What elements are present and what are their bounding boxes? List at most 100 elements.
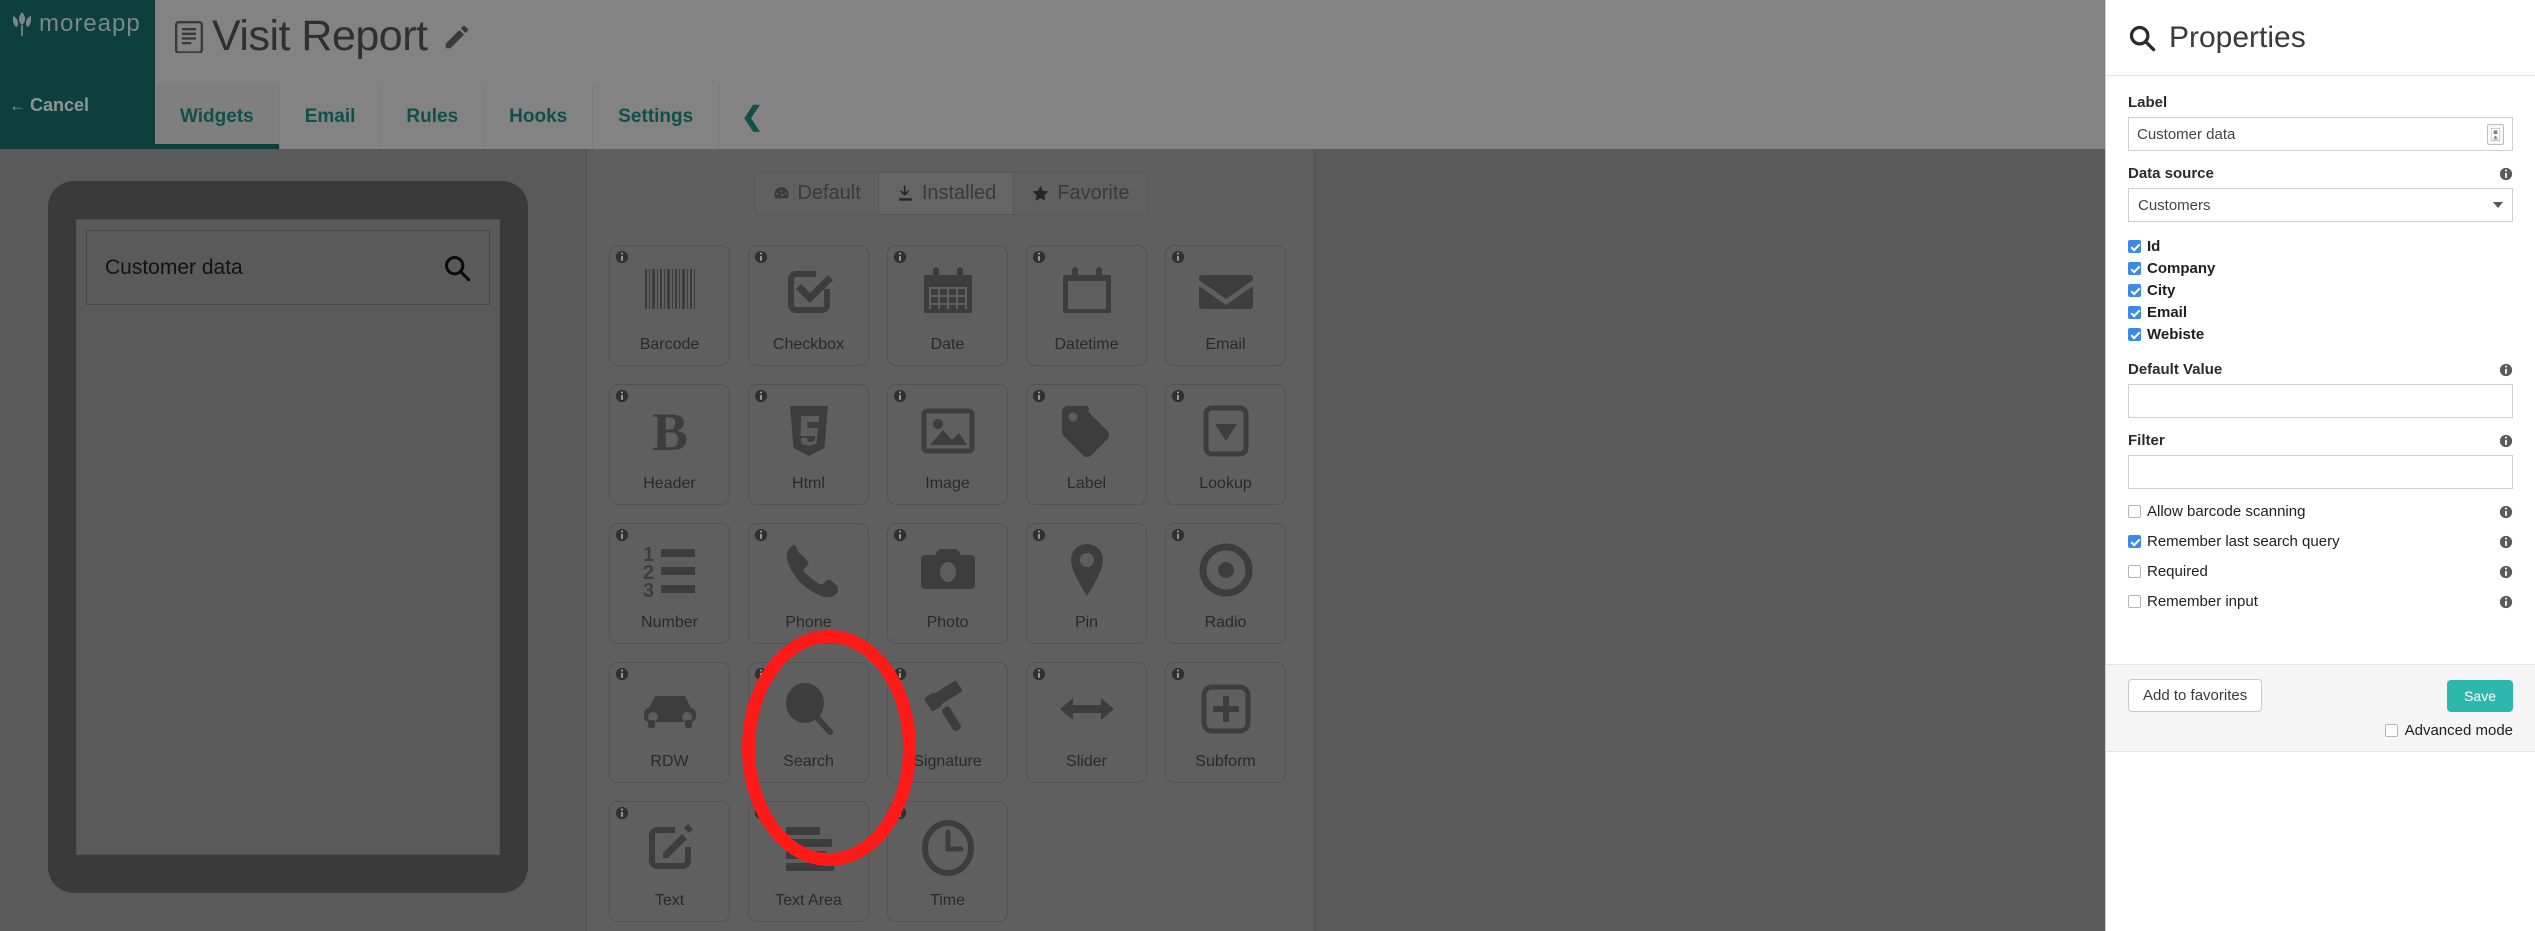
- translate-icon[interactable]: [2487, 123, 2504, 145]
- checkbox-allow-barcode-scanning[interactable]: [2128, 505, 2141, 518]
- widget-card-pin[interactable]: Pin: [1026, 523, 1147, 644]
- info-icon[interactable]: [754, 806, 768, 820]
- info-icon[interactable]: [2499, 565, 2513, 579]
- info-icon[interactable]: [1171, 250, 1185, 264]
- barcode-icon: [641, 263, 699, 321]
- pencil-icon[interactable]: [442, 22, 472, 52]
- info-icon[interactable]: [2499, 167, 2513, 181]
- tab-hooks[interactable]: Hooks: [484, 84, 594, 149]
- filter-installed[interactable]: Installed: [878, 173, 1015, 214]
- tab-settings[interactable]: Settings: [593, 84, 720, 149]
- add-to-favorites-button[interactable]: Add to favorites: [2128, 679, 2263, 712]
- info-icon[interactable]: [2499, 505, 2513, 519]
- info-icon[interactable]: [1032, 389, 1046, 403]
- widget-card-signature[interactable]: Signature: [887, 662, 1008, 783]
- filter-input[interactable]: [2128, 455, 2513, 489]
- option-row-remember-input[interactable]: Remember input: [2128, 593, 2513, 610]
- widget-card-barcode[interactable]: Barcode: [609, 245, 730, 366]
- tab-widgets[interactable]: Widgets: [155, 84, 280, 149]
- radio-button-icon: [1197, 541, 1255, 599]
- checkbox-advanced-mode[interactable]: [2384, 724, 2398, 737]
- info-icon[interactable]: [1032, 528, 1046, 542]
- widget-card-lookup[interactable]: Lookup: [1165, 384, 1286, 505]
- label-input[interactable]: Customer data: [2128, 117, 2513, 151]
- widget-card-phone[interactable]: Phone: [748, 523, 869, 644]
- info-icon[interactable]: [2499, 434, 2513, 448]
- data-field-row-webiste[interactable]: Webiste: [2128, 326, 2513, 343]
- widget-card-header[interactable]: B Header: [609, 384, 730, 505]
- info-icon[interactable]: [615, 667, 629, 681]
- filter-favorite[interactable]: Favorite: [1014, 173, 1147, 214]
- option-row-remember-last-search-query[interactable]: Remember last search query: [2128, 533, 2513, 550]
- info-icon[interactable]: [2499, 363, 2513, 377]
- info-icon[interactable]: [615, 389, 629, 403]
- checkbox-webiste[interactable]: [2128, 328, 2141, 341]
- main-tabs: Widgets Email Rules Hooks Settings ❮: [155, 84, 785, 149]
- info-icon[interactable]: [893, 389, 907, 403]
- widget-card-datetime[interactable]: Datetime: [1026, 245, 1147, 366]
- widget-label: Lookup: [1199, 475, 1252, 492]
- checkbox-remember-input[interactable]: [2128, 595, 2141, 608]
- info-icon[interactable]: [1032, 667, 1046, 681]
- info-icon[interactable]: [615, 250, 629, 264]
- widget-card-checkbox[interactable]: Checkbox: [748, 245, 869, 366]
- info-icon[interactable]: [893, 528, 907, 542]
- tab-rules[interactable]: Rules: [381, 84, 485, 149]
- widget-card-slider[interactable]: Slider: [1026, 662, 1147, 783]
- widget-card-rdw[interactable]: RDW: [609, 662, 730, 783]
- info-icon[interactable]: [754, 250, 768, 264]
- info-icon[interactable]: [754, 528, 768, 542]
- preview-search-widget[interactable]: Customer data: [86, 230, 490, 305]
- checkbox-city[interactable]: [2128, 284, 2141, 297]
- widget-label: Time: [930, 892, 965, 909]
- save-button[interactable]: Save: [2447, 679, 2513, 712]
- checkbox-id[interactable]: [2128, 240, 2141, 253]
- default-value-input[interactable]: [2128, 384, 2513, 418]
- info-icon[interactable]: [2499, 595, 2513, 609]
- info-icon[interactable]: [615, 528, 629, 542]
- widget-card-date[interactable]: Date: [887, 245, 1008, 366]
- data-field-row-city[interactable]: City: [2128, 282, 2513, 299]
- checkbox-email[interactable]: [2128, 306, 2141, 319]
- filter-default[interactable]: Default: [754, 173, 879, 214]
- info-icon[interactable]: [893, 806, 907, 820]
- data-field-row-company[interactable]: Company: [2128, 260, 2513, 277]
- option-row-required[interactable]: Required: [2128, 563, 2513, 580]
- widget-card-email[interactable]: Email: [1165, 245, 1286, 366]
- advanced-mode-row[interactable]: Advanced mode: [2128, 722, 2513, 739]
- info-icon[interactable]: [1171, 667, 1185, 681]
- widget-card-label[interactable]: Label: [1026, 384, 1147, 505]
- widget-card-image[interactable]: Image: [887, 384, 1008, 505]
- chevron-left-icon[interactable]: ❮: [719, 84, 785, 149]
- data-field-row-id[interactable]: Id: [2128, 238, 2513, 255]
- option-row-allow-barcode-scanning[interactable]: Allow barcode scanning: [2128, 503, 2513, 520]
- data-field-row-email[interactable]: Email: [2128, 304, 2513, 321]
- checkbox-required[interactable]: [2128, 565, 2141, 578]
- info-icon[interactable]: [1171, 528, 1185, 542]
- tab-email[interactable]: Email: [280, 84, 382, 149]
- checkbox-remember-last-search-query[interactable]: [2128, 535, 2141, 548]
- widget-card-radio[interactable]: Radio: [1165, 523, 1286, 644]
- cancel-button[interactable]: ← Cancel: [9, 95, 89, 116]
- info-icon[interactable]: [893, 250, 907, 264]
- widget-card-number[interactable]: 1 2 3 Number: [609, 523, 730, 644]
- info-icon[interactable]: [893, 667, 907, 681]
- widget-card-time[interactable]: Time: [887, 801, 1008, 922]
- data-source-select[interactable]: Customers: [2128, 188, 2513, 222]
- info-icon[interactable]: [754, 389, 768, 403]
- widget-card-html[interactable]: Html: [748, 384, 869, 505]
- device-screen: Customer data: [76, 219, 500, 855]
- info-icon[interactable]: [1171, 389, 1185, 403]
- info-icon[interactable]: [2499, 535, 2513, 549]
- widget-card-subform[interactable]: Subform: [1165, 662, 1286, 783]
- moreapp-logo[interactable]: moreapp: [12, 10, 141, 38]
- widget-card-photo[interactable]: Photo: [887, 523, 1008, 644]
- widget-card-text[interactable]: Text: [609, 801, 730, 922]
- info-icon[interactable]: [754, 667, 768, 681]
- info-icon[interactable]: [1032, 250, 1046, 264]
- widget-card-search[interactable]: Search: [748, 662, 869, 783]
- svg-text:3: 3: [643, 580, 654, 599]
- info-icon[interactable]: [615, 806, 629, 820]
- widget-card-text-area[interactable]: Text Area: [748, 801, 869, 922]
- checkbox-company[interactable]: [2128, 262, 2141, 275]
